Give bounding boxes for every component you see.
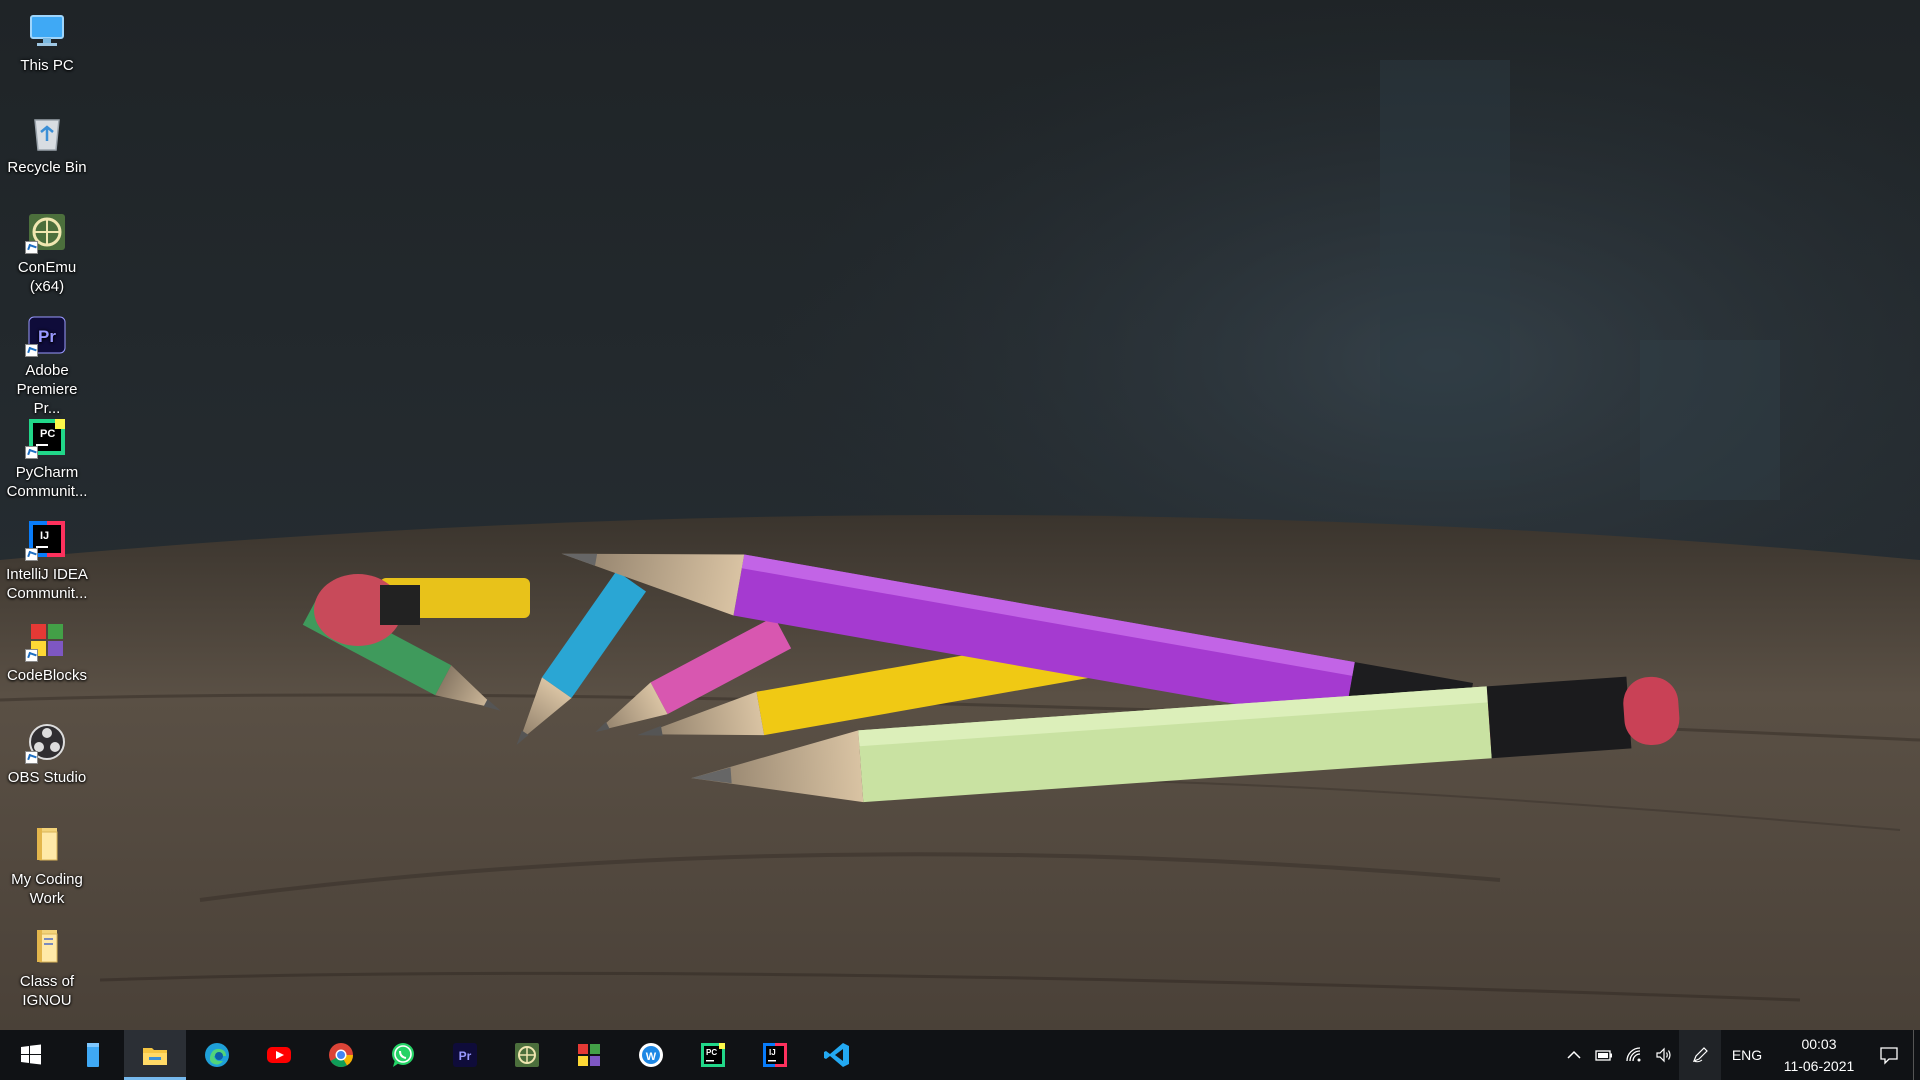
conemu-icon: [515, 1043, 539, 1067]
shortcut-arrow-icon: [25, 649, 38, 662]
clock-time: 00:03: [1801, 1036, 1837, 1052]
taskbar-conemu[interactable]: [496, 1030, 558, 1080]
desktop-icon-my-coding-work[interactable]: My Coding Work: [0, 822, 94, 908]
shortcut-arrow-icon: [25, 344, 38, 357]
desktop-icon-premiere-pro[interactable]: Pr Adobe Premiere Pr...: [0, 313, 94, 418]
desktop-icon-label: Class of IGNOU: [19, 973, 75, 1009]
this-pc-icon: [25, 8, 69, 52]
taskbar-whatsapp[interactable]: [372, 1030, 434, 1080]
svg-text:W: W: [646, 1051, 657, 1063]
desktop-icon-class-of-ignou[interactable]: Class of IGNOU: [0, 924, 94, 1010]
taskbar-codeblocks[interactable]: [558, 1030, 620, 1080]
taskbar-edge[interactable]: [186, 1030, 248, 1080]
recycle-bin-icon: [25, 110, 69, 154]
svg-text:PC: PC: [40, 428, 55, 440]
intellij-idea-icon: IJ: [763, 1043, 787, 1067]
clock[interactable]: 00:03 11-06-2021: [1773, 1033, 1865, 1077]
taskbar-notepad[interactable]: [62, 1030, 124, 1080]
youtube-icon: [267, 1047, 291, 1063]
shortcut-arrow-icon: [25, 241, 38, 254]
windows-ink-button[interactable]: [1679, 1030, 1721, 1080]
battery-button[interactable]: [1589, 1030, 1619, 1080]
pycharm-icon: PC: [701, 1043, 725, 1067]
desktop-icon-obs-studio[interactable]: OBS Studio: [0, 720, 94, 787]
premiere-pro-icon: Pr: [453, 1043, 477, 1067]
network-button[interactable]: [1619, 1030, 1649, 1080]
clock-date: 11-06-2021: [1783, 1058, 1855, 1074]
taskbar-youtube[interactable]: [248, 1030, 310, 1080]
language-indicator[interactable]: ENG: [1721, 1047, 1773, 1063]
taskbar-app-w[interactable]: W: [620, 1030, 682, 1080]
desktop-icon-label: Recycle Bin: [7, 159, 87, 176]
taskbar: Pr W PC IJ ENG 00:03 11-06-2021: [0, 1030, 1920, 1080]
desktop-icon-pycharm[interactable]: PC PyCharm Communit...: [0, 415, 94, 501]
svg-text:PC: PC: [706, 1048, 717, 1057]
pycharm-icon: PC: [25, 415, 69, 459]
notepad-icon: [87, 1043, 99, 1067]
action-center-button[interactable]: [1865, 1030, 1913, 1080]
pen-icon: [1692, 1047, 1708, 1063]
desktop-icon-codeblocks[interactable]: CodeBlocks: [0, 618, 94, 685]
taskbar-premiere-pro[interactable]: Pr: [434, 1030, 496, 1080]
taskbar-chrome[interactable]: [310, 1030, 372, 1080]
intellij-idea-icon: IJ: [25, 517, 69, 561]
svg-text:IJ: IJ: [769, 1048, 776, 1057]
wifi-icon: [1626, 1047, 1641, 1062]
chevron-up-icon: [1567, 1050, 1581, 1059]
desktop-icon-label: This PC: [20, 57, 74, 74]
desktop-icon-label: PyCharm Communit...: [6, 464, 88, 500]
desktop-icon-conemu[interactable]: ConEmu (x64): [0, 210, 94, 296]
desktop-wallpaper: [0, 0, 1920, 1030]
desktop-icon-intellij[interactable]: IJ IntelliJ IDEA Communit...: [0, 517, 94, 603]
premiere-pro-icon: Pr: [25, 313, 69, 357]
volume-button[interactable]: [1649, 1030, 1679, 1080]
battery-icon: [1595, 1050, 1612, 1061]
shortcut-arrow-icon: [25, 548, 38, 561]
taskbar-vscode[interactable]: [806, 1030, 868, 1080]
whatsapp-icon: [392, 1043, 414, 1067]
desktop-icon-label: My Coding Work: [11, 871, 83, 907]
desktop-icon-label: OBS Studio: [7, 769, 87, 786]
svg-text:IJ: IJ: [40, 530, 49, 542]
folder-icon: [25, 822, 69, 866]
app-w-icon: W: [639, 1043, 663, 1067]
taskbar-file-explorer[interactable]: [124, 1030, 186, 1080]
codeblocks-icon: [578, 1044, 600, 1066]
volume-icon: [1656, 1047, 1671, 1063]
start-button[interactable]: [0, 1030, 62, 1080]
show-hidden-icons-button[interactable]: [1559, 1030, 1589, 1080]
conemu-icon: [25, 210, 69, 254]
chrome-icon: [329, 1043, 353, 1068]
desktop-icon-label: CodeBlocks: [6, 667, 88, 684]
taskbar-pycharm[interactable]: PC: [682, 1030, 744, 1080]
file-explorer-icon: [143, 1048, 167, 1065]
desktop-icon-label: IntelliJ IDEA Communit...: [6, 566, 88, 602]
taskbar-intellij[interactable]: IJ: [744, 1030, 806, 1080]
codeblocks-icon: [25, 618, 69, 662]
desktop-icon-label: Adobe Premiere Pr...: [16, 362, 78, 417]
desktop-icon-recycle-bin[interactable]: Recycle Bin: [0, 110, 94, 177]
svg-text:Pr: Pr: [459, 1049, 472, 1063]
desktop-icon-this-pc[interactable]: This PC: [0, 8, 94, 75]
notification-icon: [1880, 1047, 1898, 1065]
vscode-icon: [824, 1043, 849, 1067]
edge-icon: [205, 1043, 229, 1067]
system-tray: ENG 00:03 11-06-2021: [1559, 1030, 1920, 1080]
shortcut-arrow-icon: [25, 446, 38, 459]
start-icon: [21, 1044, 41, 1065]
desktop-icon-label: ConEmu (x64): [17, 259, 77, 295]
folder-icon: [25, 924, 69, 968]
shortcut-arrow-icon: [25, 751, 38, 764]
obs-studio-icon: [25, 720, 69, 764]
show-desktop-button[interactable]: [1913, 1030, 1920, 1080]
svg-text:Pr: Pr: [38, 327, 56, 346]
